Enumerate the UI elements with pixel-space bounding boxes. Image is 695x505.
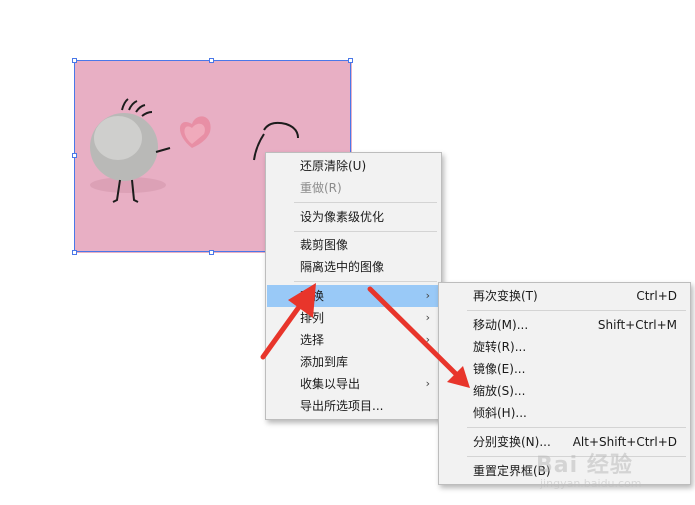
menu-item-crop-image[interactable]: 裁剪图像	[267, 234, 440, 256]
menu-item-pixel-optimize[interactable]: 设为像素级优化	[267, 206, 440, 228]
menu-item-collect-for-export[interactable]: 收集以导出 ›	[267, 373, 440, 395]
menu-item-label: 再次变换(T)	[473, 289, 538, 303]
menu-item-label: 裁剪图像	[300, 238, 349, 252]
baidu-watermark: Bai 经验 jingyan.baidu.com	[536, 447, 686, 495]
menu-item-rotate[interactable]: 旋转(R)...	[440, 336, 689, 358]
watermark-url: jingyan.baidu.com	[540, 477, 642, 490]
menu-item-arrange[interactable]: 排列 ›	[267, 307, 440, 329]
resize-handle-top-right[interactable]	[348, 58, 353, 63]
menu-item-label: 还原清除(U)	[300, 159, 367, 173]
chevron-right-icon: ›	[425, 377, 430, 390]
menu-item-label: 变换	[300, 289, 325, 303]
menu-item-reflect[interactable]: 镜像(E)...	[440, 358, 689, 380]
menu-item-add-to-library[interactable]: 添加到库	[267, 351, 440, 373]
menu-item-label: 收集以导出	[300, 377, 361, 391]
chevron-right-icon: ›	[425, 333, 430, 346]
menu-item-label: 镜像(E)...	[473, 362, 526, 376]
menu-item-export-selection[interactable]: 导出所选项目...	[267, 395, 440, 417]
menu-separator	[294, 202, 437, 203]
shortcut-label: Ctrl+D	[636, 289, 677, 303]
menu-item-undo-clear[interactable]: 还原清除(U)	[267, 155, 440, 177]
menu-item-label: 移动(M)...	[473, 318, 529, 332]
menu-item-transform-again[interactable]: 再次变换(T) Ctrl+D	[440, 285, 689, 307]
menu-item-select[interactable]: 选择 ›	[267, 329, 440, 351]
resize-handle-top-center[interactable]	[209, 58, 214, 63]
watermark-text: Bai 经验	[536, 453, 633, 478]
menu-item-transform[interactable]: 变换 ›	[267, 285, 440, 307]
menu-item-label: 缩放(S)...	[473, 384, 526, 398]
menu-item-label: 添加到库	[300, 355, 349, 369]
menu-item-scale[interactable]: 缩放(S)...	[440, 380, 689, 402]
menu-item-move[interactable]: 移动(M)... Shift+Ctrl+M	[440, 314, 689, 336]
menu-separator	[294, 281, 437, 282]
menu-item-label: 旋转(R)...	[473, 340, 527, 354]
menu-item-shear[interactable]: 倾斜(H)...	[440, 402, 689, 424]
menu-item-label: 选择	[300, 333, 325, 347]
resize-handle-bottom-left[interactable]	[72, 250, 77, 255]
menu-separator	[294, 231, 437, 232]
menu-separator	[467, 310, 686, 311]
context-menu: 还原清除(U) 重做(R) 设为像素级优化 裁剪图像 隔离选中的图像 变换 › 排…	[265, 152, 442, 420]
menu-item-redo: 重做(R)	[267, 177, 440, 199]
menu-separator	[467, 427, 686, 428]
resize-handle-bottom-center[interactable]	[209, 250, 214, 255]
menu-item-label: 倾斜(H)...	[473, 406, 527, 420]
menu-item-label: 设为像素级优化	[300, 210, 385, 224]
chevron-right-icon: ›	[425, 311, 430, 324]
menu-item-label: 导出所选项目...	[300, 399, 384, 413]
shortcut-label: Shift+Ctrl+M	[597, 318, 677, 332]
menu-item-label: 排列	[300, 311, 325, 325]
menu-item-isolate-image[interactable]: 隔离选中的图像	[267, 256, 440, 278]
resize-handle-middle-left[interactable]	[72, 153, 77, 158]
menu-item-label: 隔离选中的图像	[300, 260, 385, 274]
resize-handle-top-left[interactable]	[72, 58, 77, 63]
menu-item-label: 重做(R)	[300, 181, 342, 195]
chevron-right-icon: ›	[425, 289, 430, 302]
